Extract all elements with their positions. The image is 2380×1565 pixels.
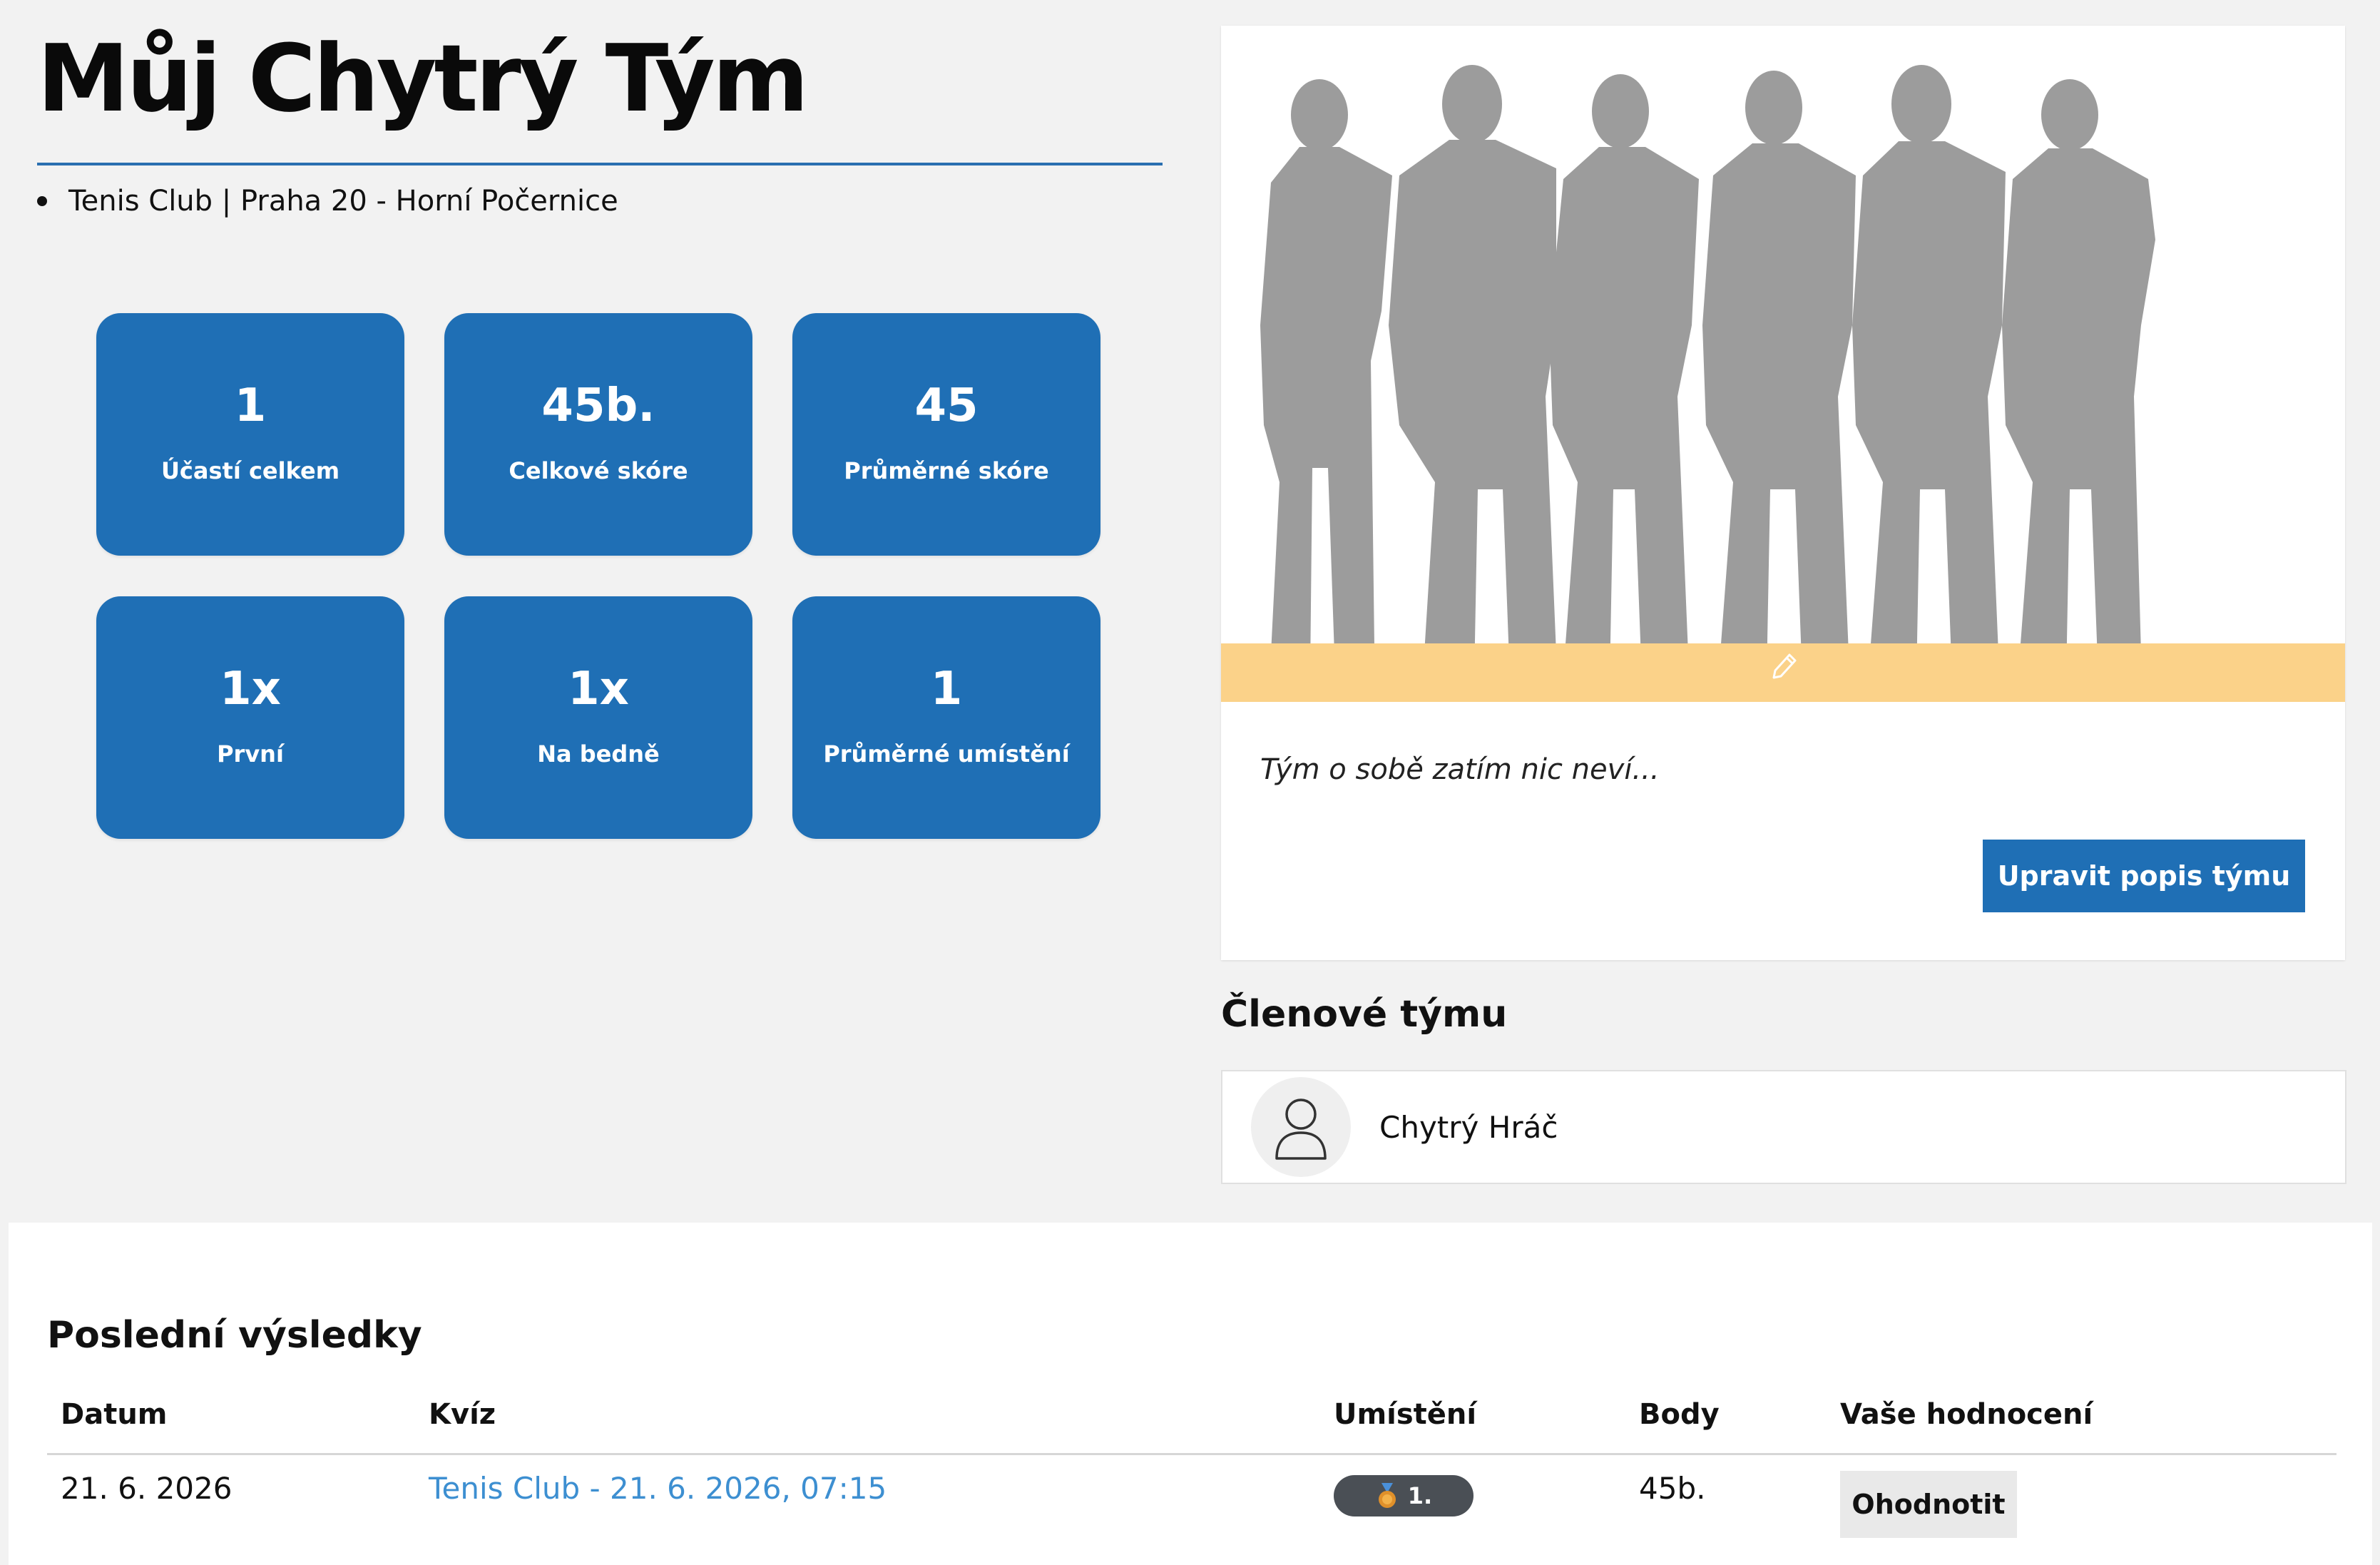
placement-badge: 1. bbox=[1334, 1475, 1474, 1516]
edit-description-button[interactable]: Upravit popis týmu bbox=[1983, 840, 2305, 912]
stat-label: Průměrné skóre bbox=[844, 457, 1049, 484]
team-profile-card: Tým o sobě zatím nic neví... Upravit pop… bbox=[1221, 26, 2345, 960]
stat-value: 1 bbox=[930, 663, 963, 715]
column-header-points: Body bbox=[1639, 1398, 1720, 1431]
stat-card-podium: 1x Na bedně bbox=[444, 596, 752, 839]
stat-value: 1 bbox=[234, 379, 267, 432]
member-list-item[interactable]: Chytrý Hráč bbox=[1221, 1070, 2346, 1184]
stat-card-first-places: 1x První bbox=[96, 596, 404, 839]
team-photo[interactable] bbox=[1221, 26, 2345, 703]
stat-value: 45 bbox=[914, 379, 979, 432]
stat-value: 45b. bbox=[541, 379, 655, 432]
stat-card-average-score: 45 Průměrné skóre bbox=[792, 313, 1100, 556]
stat-card-average-placement: 1 Průměrné umístění bbox=[792, 596, 1100, 839]
stat-label: První bbox=[217, 740, 284, 768]
pencil-icon[interactable] bbox=[1761, 645, 1804, 688]
column-header-placement: Umístění bbox=[1334, 1398, 1477, 1431]
stat-card-participations: 1 Účastí celkem bbox=[96, 313, 404, 556]
result-date: 21. 6. 2026 bbox=[61, 1471, 233, 1506]
members-heading: Členové týmu bbox=[1221, 993, 1508, 1036]
stat-label: Účastí celkem bbox=[160, 457, 340, 484]
column-header-date: Datum bbox=[61, 1398, 168, 1431]
placement-value: 1. bbox=[1407, 1482, 1433, 1509]
column-header-rating: Vaše hodnocení bbox=[1840, 1398, 2093, 1431]
stat-label: Průměrné umístění bbox=[823, 740, 1070, 768]
member-name: Chytrý Hráč bbox=[1379, 1109, 1558, 1145]
result-points: 45b. bbox=[1639, 1471, 1706, 1506]
bullet bbox=[37, 196, 47, 206]
stat-value: 1x bbox=[568, 663, 629, 715]
results-panel: Poslední výsledky Datum Kvíz Umístění Bo… bbox=[9, 1223, 2372, 1565]
results-heading: Poslední výsledky bbox=[47, 1314, 422, 1357]
team-silhouette-icon bbox=[1260, 65, 2155, 678]
team-location-text: Tenis Club | Praha 20 - Horní Počernice bbox=[68, 185, 618, 218]
rate-button[interactable]: Ohodnotit bbox=[1840, 1471, 2017, 1538]
medal-icon bbox=[1378, 1483, 1396, 1508]
team-description: Tým o sobě zatím nic neví... bbox=[1260, 753, 1660, 786]
stat-label: Celkové skóre bbox=[509, 457, 688, 484]
quiz-link[interactable]: Tenis Club - 21. 6. 2026, 07:15 bbox=[429, 1471, 887, 1506]
stat-card-total-score: 45b. Celkové skóre bbox=[444, 313, 752, 556]
title-divider bbox=[37, 163, 1163, 165]
stat-label: Na bedně bbox=[537, 740, 660, 768]
stat-value: 1x bbox=[220, 663, 281, 715]
user-icon bbox=[1251, 1077, 1351, 1177]
table-header-divider bbox=[47, 1453, 2336, 1455]
column-header-quiz: Kvíz bbox=[429, 1398, 496, 1431]
page-title: Můj Chytrý Tým bbox=[37, 24, 809, 133]
team-location: Tenis Club | Praha 20 - Horní Počernice bbox=[37, 180, 618, 223]
